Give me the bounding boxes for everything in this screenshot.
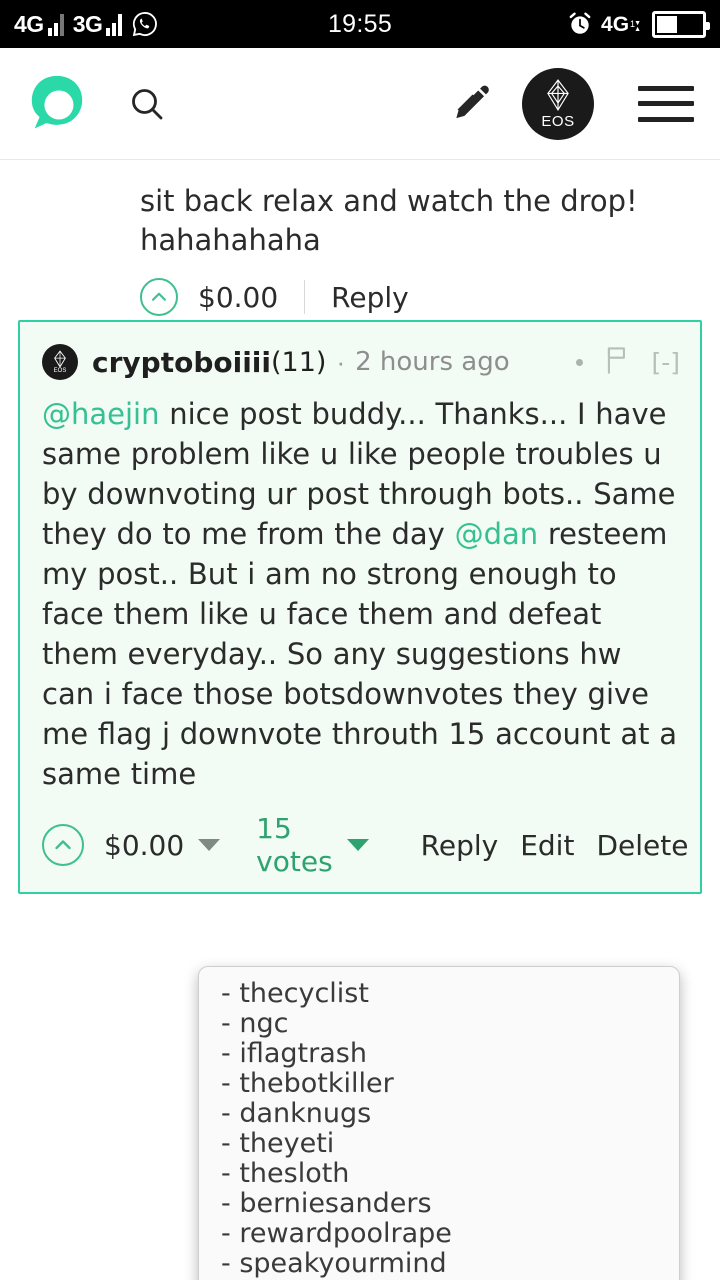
payout-amount: $0.00 bbox=[198, 280, 279, 314]
comment-header-actions: [-] bbox=[576, 345, 680, 380]
voter-item[interactable]: - thecyclist bbox=[221, 979, 679, 1009]
mention-dan[interactable]: @dan bbox=[455, 517, 539, 551]
comment-action-buttons: Reply Edit Delete bbox=[421, 829, 689, 862]
comment-header: EOS cryptoboiiii (11) · 2 hours ago [-] bbox=[42, 344, 680, 380]
collapse-toggle[interactable]: [-] bbox=[651, 348, 680, 377]
voter-item[interactable]: - theyeti bbox=[221, 1129, 679, 1159]
votes-chevron-down-icon[interactable] bbox=[346, 839, 369, 852]
voter-item[interactable]: - ngc bbox=[221, 1009, 679, 1039]
voter-item[interactable]: - thesloth bbox=[221, 1159, 679, 1189]
status-bar: 4G 3G 19:55 4G 1 ▼ ▲ bbox=[0, 0, 720, 48]
search-icon[interactable] bbox=[124, 81, 170, 127]
comment-author-reputation: (11) bbox=[271, 346, 327, 378]
content-area: sit back relax and watch the drop! hahah… bbox=[0, 160, 720, 1280]
status-dot-icon bbox=[576, 358, 584, 366]
comment-avatar-label: EOS bbox=[53, 368, 67, 374]
comment-body: @haejin nice post buddy... Thanks... I h… bbox=[42, 394, 680, 794]
flag-icon[interactable] bbox=[603, 345, 631, 380]
status-bar-clock: 19:55 bbox=[327, 9, 393, 38]
comment-top-actions: $0.00 Reply bbox=[140, 278, 680, 317]
voter-item[interactable]: - speakyourmind bbox=[221, 1249, 679, 1279]
upvote-icon[interactable] bbox=[42, 824, 84, 867]
comment-author-avatar[interactable]: EOS bbox=[42, 344, 78, 380]
voter-item[interactable]: - danknugs bbox=[221, 1099, 679, 1129]
comment-text-part-2: resteem my post.. But i am no strong eno… bbox=[42, 517, 677, 792]
app-header-bar: EOS bbox=[0, 48, 720, 160]
comment-top-body: sit back relax and watch the drop! hahah… bbox=[140, 184, 638, 258]
header-separator: · bbox=[336, 346, 346, 377]
voter-item[interactable]: - iflagtrash bbox=[221, 1039, 679, 1069]
voter-item[interactable]: - rewardpoolrape bbox=[221, 1219, 679, 1249]
mention-haejin[interactable]: @haejin bbox=[42, 397, 160, 431]
edit-button[interactable]: Edit bbox=[520, 829, 574, 862]
avatar[interactable]: EOS bbox=[522, 67, 594, 140]
comment-actions: $0.00 15 votes Reply Edit Delete bbox=[42, 812, 688, 878]
avatar-label: EOS bbox=[541, 112, 575, 130]
voter-item[interactable]: - thebotkiller bbox=[221, 1069, 679, 1099]
mobile-screen: 4G 3G 19:55 4G 1 ▼ ▲ EOS sit back relax … bbox=[0, 0, 720, 1280]
busy-logo-icon[interactable] bbox=[26, 73, 88, 135]
reply-button[interactable]: Reply bbox=[331, 281, 409, 314]
battery-icon bbox=[652, 10, 710, 38]
payout-chevron-down-icon[interactable] bbox=[198, 839, 221, 852]
comment-top: sit back relax and watch the drop! hahah… bbox=[0, 160, 720, 317]
hamburger-menu-icon[interactable] bbox=[638, 81, 694, 127]
divider bbox=[304, 280, 306, 315]
comment-timestamp: 2 hours ago bbox=[355, 347, 510, 377]
voter-item[interactable]: - berniesanders bbox=[221, 1189, 679, 1219]
comment-payout-amount[interactable]: $0.00 bbox=[104, 829, 184, 862]
highlighted-comment-card: EOS cryptoboiiii (11) · 2 hours ago [-] … bbox=[18, 320, 702, 895]
pencil-icon[interactable] bbox=[440, 76, 496, 132]
reply-button[interactable]: Reply bbox=[421, 829, 499, 862]
upvote-icon[interactable] bbox=[140, 278, 178, 317]
comment-author-name[interactable]: cryptoboiiii bbox=[92, 346, 271, 379]
voters-dropdown[interactable]: - thecyclist - ngc - iflagtrash - thebotkil… bbox=[198, 966, 680, 1280]
delete-button[interactable]: Delete bbox=[596, 829, 688, 862]
votes-count[interactable]: 15 votes bbox=[256, 812, 333, 878]
